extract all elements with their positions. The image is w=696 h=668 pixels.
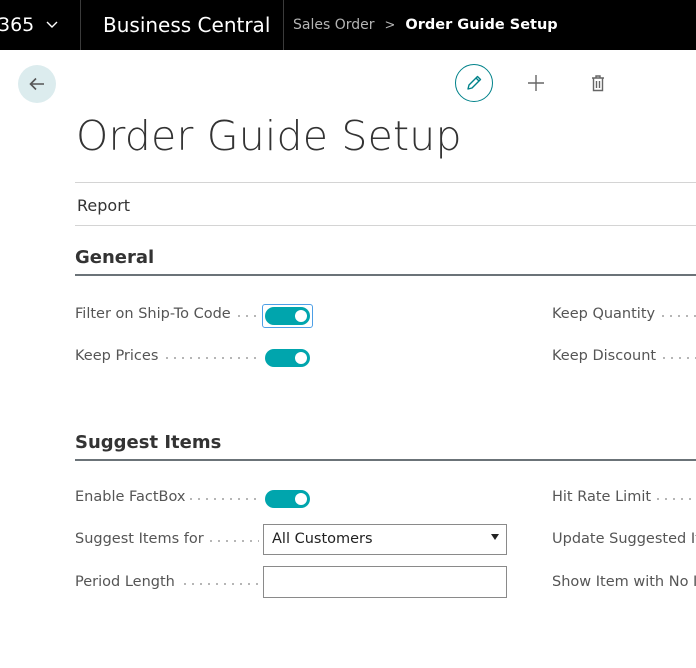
section-general-title[interactable]: General [75,247,154,268]
app-name[interactable]: Business Central [81,0,284,50]
section-suggest-items-title[interactable]: Suggest Items [75,432,221,453]
filter-ship-to-toggle[interactable] [265,307,310,325]
edit-button[interactable] [455,64,493,102]
trash-icon [592,75,604,92]
chevron-down-icon [46,21,58,28]
arrow-left-icon [29,77,44,91]
report-menu[interactable]: Report [77,196,130,215]
leader-dots [654,498,696,500]
back-button[interactable] [18,65,56,103]
toggle-knob [295,310,307,322]
divider [75,225,696,226]
suggest-items-for-label: Suggest Items for [75,531,204,547]
pencil-icon [467,75,482,90]
leader-dots [181,583,259,585]
toggle-knob [295,493,307,505]
dropdown-arrow-icon [491,534,499,540]
breadcrumb-separator: > [384,17,396,33]
breadcrumb: Sales Order > Order Guide Setup [293,0,558,50]
select-value: All Customers [272,531,373,547]
period-length-label: Period Length [75,574,175,590]
leader-dots [660,357,696,359]
leader-dots [163,357,259,359]
delete-button[interactable] [579,64,617,102]
section-divider [75,459,696,461]
hit-rate-limit-label: Hit Rate Limit [552,489,652,505]
leader-dots [235,315,259,317]
top-nav-bar: 365 Business Central Sales Order > Order… [0,0,696,50]
enable-factbox-label: Enable FactBox [75,489,186,505]
breadcrumb-sales-order[interactable]: Sales Order [293,17,375,33]
product-switcher[interactable]: 365 [0,0,81,50]
show-item-label: Show Item with No In [552,574,696,590]
period-length-input[interactable] [263,566,507,598]
suggest-items-for-select[interactable]: All Customers [263,524,507,555]
filter-ship-to-label: Filter on Ship-To Code [75,306,231,322]
keep-prices-toggle[interactable] [265,349,310,367]
leader-dots [207,540,259,542]
page-title: Order Guide Setup [76,112,462,160]
divider [75,182,696,183]
product-name-fragment: 365 [0,14,35,36]
new-button[interactable] [517,64,555,102]
breadcrumb-current: Order Guide Setup [405,17,558,33]
leader-dots [187,498,259,500]
keep-discount-label: Keep Discount [552,348,657,364]
enable-factbox-toggle[interactable] [265,490,310,508]
leader-dots [659,315,696,317]
keep-prices-label: Keep Prices [75,348,159,364]
update-suggested-label: Update Suggested Ite [552,531,696,547]
plus-icon [528,75,544,91]
keep-quantity-label: Keep Quantity [552,306,656,322]
toggle-knob [295,352,307,364]
section-divider [75,274,696,276]
